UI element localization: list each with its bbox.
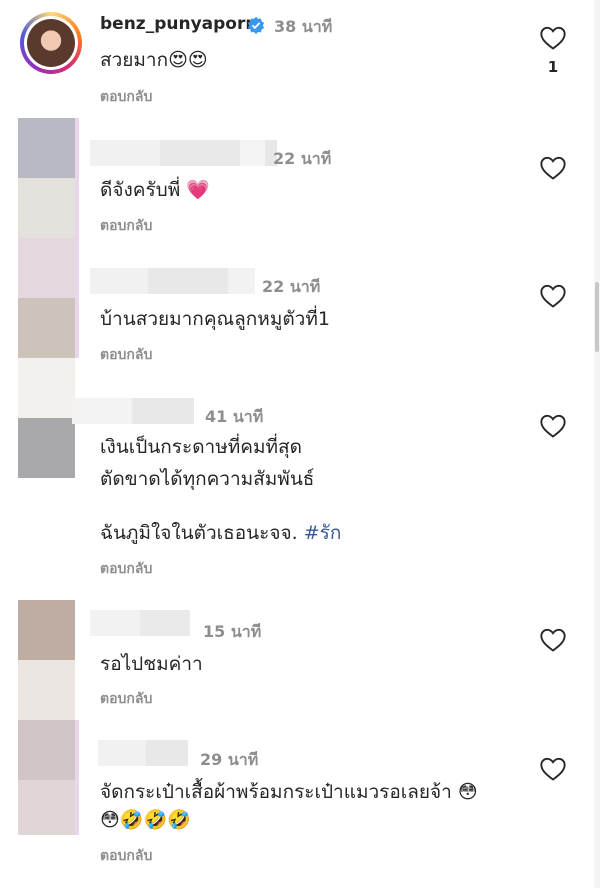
- avatar-edge: [75, 118, 79, 358]
- avatar-edge: [75, 720, 79, 835]
- comment-text-line: ตัดขาดได้ทุกความสัมพันธ์: [100, 468, 315, 490]
- comment-time: 38 นาที: [274, 17, 333, 36]
- heart-outline-icon[interactable]: [539, 627, 567, 653]
- avatar-block: [18, 780, 75, 835]
- redacted-username: [72, 398, 194, 424]
- avatar-block: [18, 238, 75, 298]
- comment-time: 15 นาที: [203, 622, 262, 641]
- comment-text-line: จัดกระเป๋าเสื้อผ้าพร้อมกระเป๋าแมวรอเลยจ้…: [100, 781, 478, 803]
- redacted-username: [90, 610, 190, 636]
- redacted-username: [98, 740, 188, 766]
- redacted-username: [90, 268, 255, 294]
- comment-time: 22 นาที: [273, 149, 332, 168]
- avatar-block: [18, 660, 75, 720]
- heart-outline-icon[interactable]: [539, 25, 567, 51]
- comment-text-line: 😳🤣🤣🤣: [100, 809, 191, 831]
- reply-button[interactable]: ตอบกลับ: [100, 688, 152, 710]
- comment-username[interactable]: benz_punyaporn: [100, 14, 257, 34]
- heart-outline-icon[interactable]: [539, 756, 567, 782]
- comment-time: 41 นาที: [205, 407, 264, 426]
- comment-text: ดีจังครับพี่ 💗: [100, 179, 210, 201]
- comment-time: 29 นาที: [200, 750, 259, 769]
- comment-text-line: เงินเป็นกระดาษที่คมที่สุด: [100, 436, 302, 458]
- comment-text: ฉันภูมิใจในตัวเธอนะจจ.: [100, 522, 298, 544]
- scrollbar[interactable]: [594, 0, 600, 888]
- reply-button[interactable]: ตอบกลับ: [100, 558, 152, 580]
- comment-text: สวยมาก😍😍: [100, 49, 208, 71]
- avatar-block: [18, 358, 75, 418]
- avatar-block: [18, 118, 75, 178]
- avatar[interactable]: [20, 12, 82, 74]
- redacted-username: [90, 140, 277, 166]
- heart-outline-icon[interactable]: [539, 155, 567, 181]
- avatar-block: [18, 418, 75, 478]
- hashtag-link[interactable]: #รัก: [304, 522, 342, 544]
- verified-badge-icon: [247, 16, 265, 34]
- like-count: 1: [547, 58, 559, 76]
- heart-outline-icon[interactable]: [539, 413, 567, 439]
- reply-button[interactable]: ตอบกลับ: [100, 845, 152, 867]
- scrollbar-thumb[interactable]: [595, 282, 599, 352]
- reply-button[interactable]: ตอบกลับ: [100, 86, 152, 108]
- reply-button[interactable]: ตอบกลับ: [100, 344, 152, 366]
- reply-button[interactable]: ตอบกลับ: [100, 215, 152, 237]
- heart-outline-icon[interactable]: [539, 283, 567, 309]
- comment-text: บ้านสวยมากคุณลูกหมูตัวที่1: [100, 308, 330, 330]
- avatar-block: [18, 600, 75, 660]
- comment-text-line: ฉันภูมิใจในตัวเธอนะจจ. #รัก: [100, 519, 341, 547]
- avatar-block: [18, 298, 75, 358]
- avatar-block: [18, 178, 75, 238]
- comment-time: 22 นาที: [262, 277, 321, 296]
- comment-text: รอไปชมค่าา: [100, 653, 203, 675]
- avatar-block: [18, 720, 75, 780]
